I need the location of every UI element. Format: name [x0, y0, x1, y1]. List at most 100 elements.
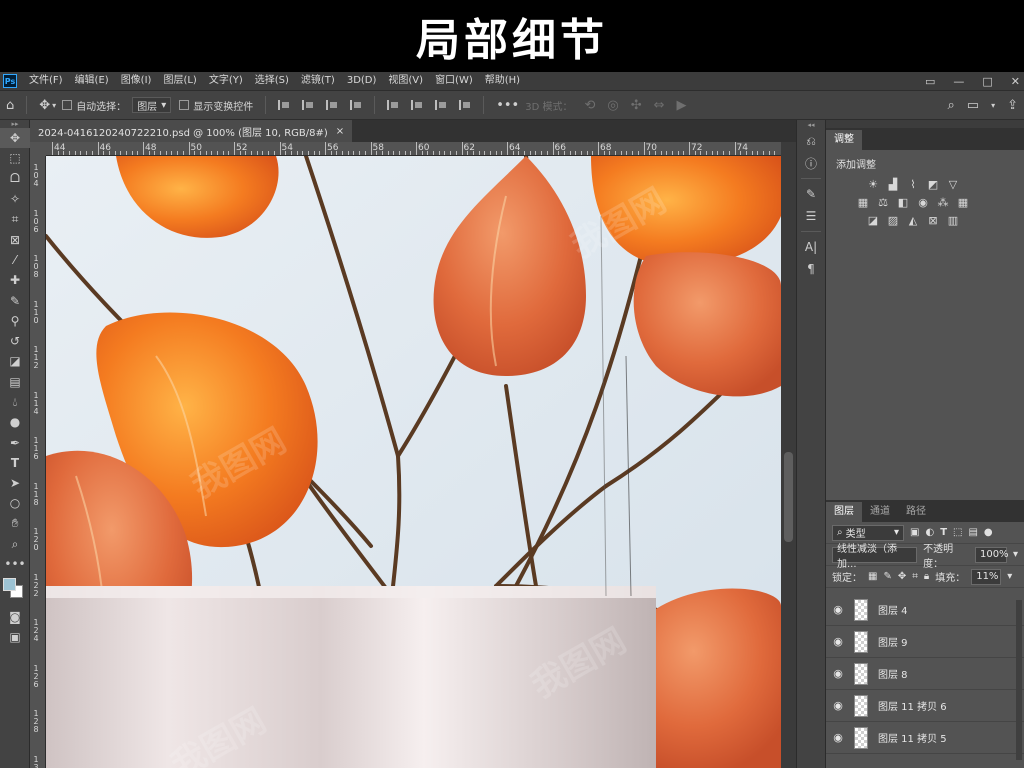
auto-select-checkbox[interactable]: [62, 100, 73, 110]
menu-layer[interactable]: 图层(L): [157, 72, 202, 90]
menu-image[interactable]: 图像(I): [115, 72, 158, 90]
horizontal-ruler[interactable]: 44 46 48 50 52 54 56 58 60 62 64 66 68 70 72 74: [46, 142, 781, 156]
healing-brush-icon[interactable]: ✚: [0, 270, 30, 290]
blur-tool-icon[interactable]: 💧︎: [0, 392, 30, 412]
hue-saturation-icon[interactable]: ▦: [856, 196, 870, 209]
eyedropper-icon[interactable]: ⁄: [0, 250, 30, 270]
color-lookup-icon[interactable]: ▦: [956, 196, 970, 209]
marquee-tool-icon[interactable]: ⬚: [0, 148, 30, 168]
move-tool-icon[interactable]: ✥: [39, 98, 50, 113]
ruler-origin[interactable]: [30, 142, 46, 156]
path-selection-icon[interactable]: ➤: [0, 473, 30, 493]
levels-icon[interactable]: ▟: [886, 178, 900, 191]
close-tab-icon[interactable]: ×: [336, 126, 344, 137]
lock-artboard-icon[interactable]: ⌗: [912, 571, 918, 582]
layer-name[interactable]: 图层 8: [878, 666, 908, 681]
minimize-icon[interactable]: —: [953, 75, 964, 88]
exposure-icon[interactable]: ◩: [926, 178, 940, 191]
document-tab[interactable]: 2024-0416120240722210.psd @ 100% (图层 10,…: [30, 120, 353, 142]
collapse-icon[interactable]: ▸▸: [0, 120, 30, 128]
paragraph-icon[interactable]: ¶: [797, 258, 825, 280]
opacity-input[interactable]: 100%: [974, 546, 1009, 563]
menu-view[interactable]: 视图(V): [382, 72, 429, 90]
color-swatches[interactable]: [0, 575, 30, 607]
lasso-tool-icon[interactable]: ᗝ: [0, 169, 30, 189]
color-balance-icon[interactable]: ⚖: [876, 196, 890, 209]
filter-pixel-icon[interactable]: ▣: [910, 527, 919, 538]
align-right-icon[interactable]: [326, 100, 338, 110]
layer-row[interactable]: ◉ 图层 8: [826, 658, 1024, 690]
posterize-icon[interactable]: ▨: [886, 214, 900, 227]
scroll-thumb[interactable]: [784, 452, 793, 542]
chevron-down-icon[interactable]: ▾: [991, 101, 995, 110]
tab-layers[interactable]: 图层: [826, 502, 862, 522]
layer-name[interactable]: 图层 4: [878, 602, 908, 617]
chevron-down-icon[interactable]: ▾: [1007, 571, 1012, 582]
move-tool-icon[interactable]: ✥: [0, 128, 30, 149]
more-tools-icon[interactable]: •••: [0, 554, 30, 574]
channel-mixer-icon[interactable]: ⁂: [936, 196, 950, 209]
history-brush-icon[interactable]: ↺: [0, 331, 30, 351]
canvas-image[interactable]: 我图网 我图网 我图网 我图网: [46, 156, 781, 768]
selective-color-icon[interactable]: ⊠: [926, 214, 940, 227]
lock-all-icon[interactable]: 🔒︎: [924, 571, 929, 582]
distribute-icon[interactable]: [350, 100, 362, 110]
eye-icon[interactable]: ◉: [826, 603, 850, 616]
menu-filter[interactable]: 滤镜(T): [295, 72, 341, 90]
layer-row[interactable]: ◉ 图层 9: [826, 626, 1024, 658]
eye-icon[interactable]: ◉: [826, 731, 850, 744]
vertical-ruler[interactable]: 104 106 108 110 112 114 116 118 120 122 124 126 128 1…: [30, 142, 46, 768]
share-icon[interactable]: ⇪: [1007, 98, 1018, 113]
layer-row[interactable]: ◉ 图层 11 拷贝 6: [826, 690, 1024, 722]
layer-name[interactable]: 图层 11 拷贝 6: [878, 698, 947, 713]
black-white-icon[interactable]: ◧: [896, 196, 910, 209]
filter-smart-object-icon[interactable]: ▤: [968, 527, 977, 538]
distribute-v-icon[interactable]: [459, 100, 471, 110]
menu-edit[interactable]: 编辑(E): [69, 72, 115, 90]
gradient-map-icon[interactable]: ▥: [946, 214, 960, 227]
character-icon[interactable]: A|: [797, 236, 825, 258]
lock-pixels-icon[interactable]: ✎: [883, 571, 891, 582]
fill-input[interactable]: 11%: [971, 568, 1002, 585]
filter-type-icon[interactable]: T: [940, 527, 947, 538]
chevron-down-icon[interactable]: ▾: [1013, 549, 1018, 560]
filter-shape-icon[interactable]: ⬚: [953, 527, 962, 538]
menu-select[interactable]: 选择(S): [249, 72, 295, 90]
eraser-icon[interactable]: ◪: [0, 351, 30, 371]
align-middle-v-icon[interactable]: [411, 100, 423, 110]
gradient-tool-icon[interactable]: ▤: [0, 372, 30, 392]
history-icon[interactable]: ⎌: [797, 130, 825, 152]
brightness-icon[interactable]: ☀: [866, 178, 880, 191]
pen-tool-icon[interactable]: ✒: [0, 432, 30, 452]
eye-icon[interactable]: ◉: [826, 699, 850, 712]
layer-row[interactable]: ◉ 图层 11 拷贝 5: [826, 722, 1024, 754]
eye-icon[interactable]: ◉: [826, 667, 850, 680]
maximize-icon[interactable]: □: [982, 75, 992, 88]
screen-mode-icon[interactable]: ▣: [0, 627, 30, 647]
hand-tool-icon[interactable]: ✋︎: [0, 514, 30, 534]
tab-adjustments[interactable]: 调整: [826, 130, 862, 150]
magic-wand-icon[interactable]: ✧: [0, 189, 30, 209]
info-icon[interactable]: ⓘ: [797, 152, 825, 174]
invert-icon[interactable]: ◪: [866, 214, 880, 227]
tab-paths[interactable]: 路径: [898, 502, 934, 522]
align-top-icon[interactable]: [387, 100, 399, 110]
collapse-icon[interactable]: ◂◂: [797, 120, 825, 130]
layers-scrollbar[interactable]: [1016, 600, 1022, 760]
align-center-h-icon[interactable]: [302, 100, 314, 110]
lock-transparent-icon[interactable]: ▦: [868, 571, 877, 582]
filter-toggle-icon[interactable]: ●: [984, 527, 993, 538]
auto-select-dropdown[interactable]: 图层 ▾: [132, 97, 172, 113]
threshold-icon[interactable]: ◭: [906, 214, 920, 227]
filter-adjustment-icon[interactable]: ◐: [925, 527, 934, 538]
photo-filter-icon[interactable]: ◉: [916, 196, 930, 209]
layer-name[interactable]: 图层 9: [878, 634, 908, 649]
frame-tool-icon[interactable]: ⊠: [0, 229, 30, 249]
show-transform-checkbox[interactable]: [179, 100, 190, 110]
type-tool-icon[interactable]: T: [0, 453, 30, 473]
zoom-tool-icon[interactable]: ⌕: [0, 534, 30, 554]
menu-3d[interactable]: 3D(D): [341, 72, 383, 90]
menu-help[interactable]: 帮助(H): [479, 72, 526, 90]
canvas-scrollbar[interactable]: [781, 142, 796, 768]
brush-tool-icon[interactable]: ✎: [0, 290, 30, 310]
